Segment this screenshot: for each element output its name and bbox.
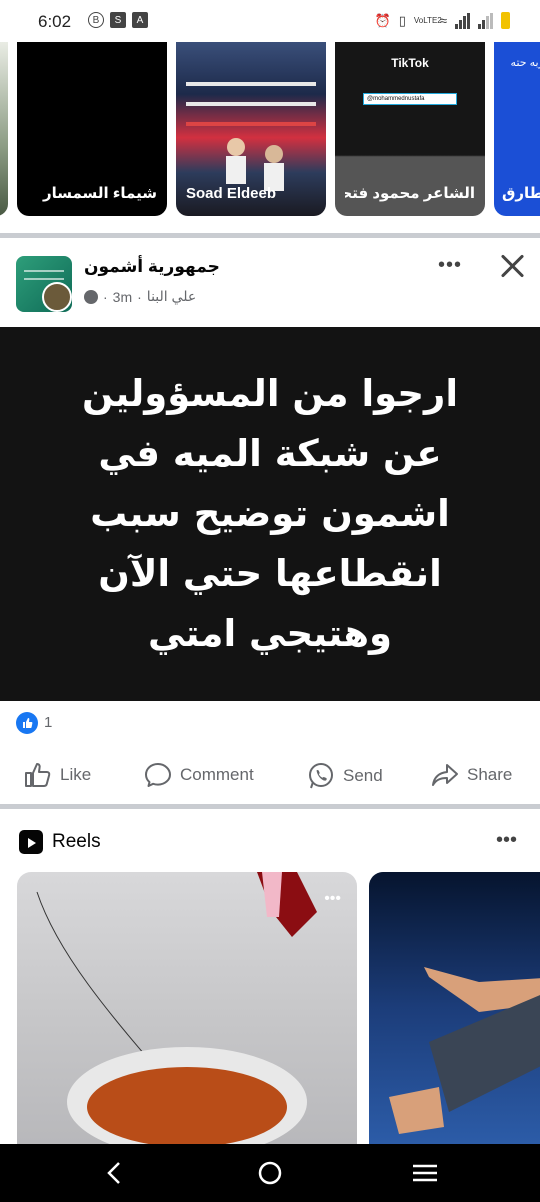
stories-tray: شيماء السمسار Soad Eldeeb TikTok @mohamm…: [0, 42, 540, 218]
send-label: Send: [343, 766, 383, 785]
sim-notification-icon: A: [132, 12, 148, 28]
story-label: Soad Eldeeb: [186, 185, 277, 202]
reel-thumbnail-person: [389, 967, 540, 1134]
signal-icon: [455, 12, 470, 29]
back-button[interactable]: [100, 1158, 130, 1188]
reaction-count[interactable]: 1: [44, 714, 52, 731]
reel-card[interactable]: [369, 872, 540, 1144]
more-options-icon[interactable]: •••: [438, 254, 462, 277]
text-post-background[interactable]: ارجوا من المسؤولين عن شبكة الميه في اشمو…: [0, 327, 540, 701]
post-author[interactable]: جمهورية أشمون: [84, 257, 220, 277]
post-text: ارجوا من المسؤولين عن شبكة الميه في اشمو…: [81, 372, 459, 655]
profile-avatar[interactable]: [42, 282, 72, 312]
section-divider: [0, 804, 540, 809]
story-card[interactable]: ضربه حته طارق: [494, 42, 540, 216]
share-label: Share: [467, 765, 513, 784]
tiktok-brand: TikTok: [391, 56, 429, 70]
post-time: 3m: [112, 288, 133, 305]
close-icon[interactable]: [499, 253, 525, 279]
section-divider: [0, 233, 540, 238]
like-button[interactable]: Like: [24, 762, 91, 788]
share-icon: [432, 764, 458, 786]
back-icon: [107, 1162, 120, 1184]
story-label: شيماء السمسار: [42, 185, 157, 202]
comment-label: Comment: [180, 765, 254, 784]
story-label: طارق: [502, 185, 540, 202]
recents-button[interactable]: [410, 1158, 440, 1188]
post-meta: · 3m · علي البنا: [84, 288, 196, 305]
signal-icon-2: [478, 12, 493, 29]
b-notification-icon: B: [88, 12, 104, 28]
reel-card[interactable]: •••: [17, 872, 357, 1144]
status-time: 6:02: [38, 12, 72, 31]
share-button[interactable]: Share: [431, 762, 512, 788]
reel-more-icon[interactable]: •••: [324, 890, 341, 908]
system-nav-bar: [0, 1144, 540, 1202]
send-button[interactable]: Send: [307, 762, 383, 790]
story-card[interactable]: [0, 42, 8, 216]
story-card[interactable]: Soad Eldeeb: [176, 42, 326, 216]
globe-icon: [84, 289, 98, 304]
reels-icon: [19, 830, 43, 854]
comment-icon: [145, 763, 171, 787]
more-options-icon[interactable]: •••: [496, 829, 517, 852]
story-top-text: ضربه حته: [510, 57, 540, 69]
like-label: Like: [60, 765, 92, 784]
wifi-icon: ≈: [439, 13, 447, 28]
home-button[interactable]: [255, 1158, 285, 1188]
vibrate-icon: ▯: [398, 12, 406, 28]
post-subtitle[interactable]: علي البنا: [147, 288, 196, 305]
story-card[interactable]: شيماء السمسار: [17, 42, 167, 216]
reel-thumbnail-honey: [36, 872, 317, 1144]
post-actions: Like Comment Send Share: [0, 752, 540, 798]
whatsapp-icon: [309, 763, 333, 789]
battery-icon: [501, 12, 510, 29]
thumbs-up-icon: [25, 763, 51, 787]
like-reaction-icon[interactable]: [16, 712, 38, 734]
reels-title: Reels: [52, 831, 101, 852]
story-card[interactable]: TikTok @mohammednustafa الشاعر محمود فتح…: [335, 42, 485, 216]
menu-icon: [413, 1164, 437, 1182]
alarm-icon: ⏰: [374, 12, 391, 28]
tiktok-handle: @mohammednustafa: [363, 93, 457, 105]
network-label: VoLTE2: [413, 16, 442, 25]
story-label: الشاعر محمود فتحى: [345, 185, 475, 202]
status-bar: 6:02 B S A ⏰ ▯ VoLTE2 ≈: [0, 0, 540, 42]
s-notification-icon: S: [110, 12, 126, 28]
home-icon: [258, 1161, 282, 1185]
page-avatar[interactable]: [16, 256, 72, 312]
comment-button[interactable]: Comment: [144, 762, 254, 788]
